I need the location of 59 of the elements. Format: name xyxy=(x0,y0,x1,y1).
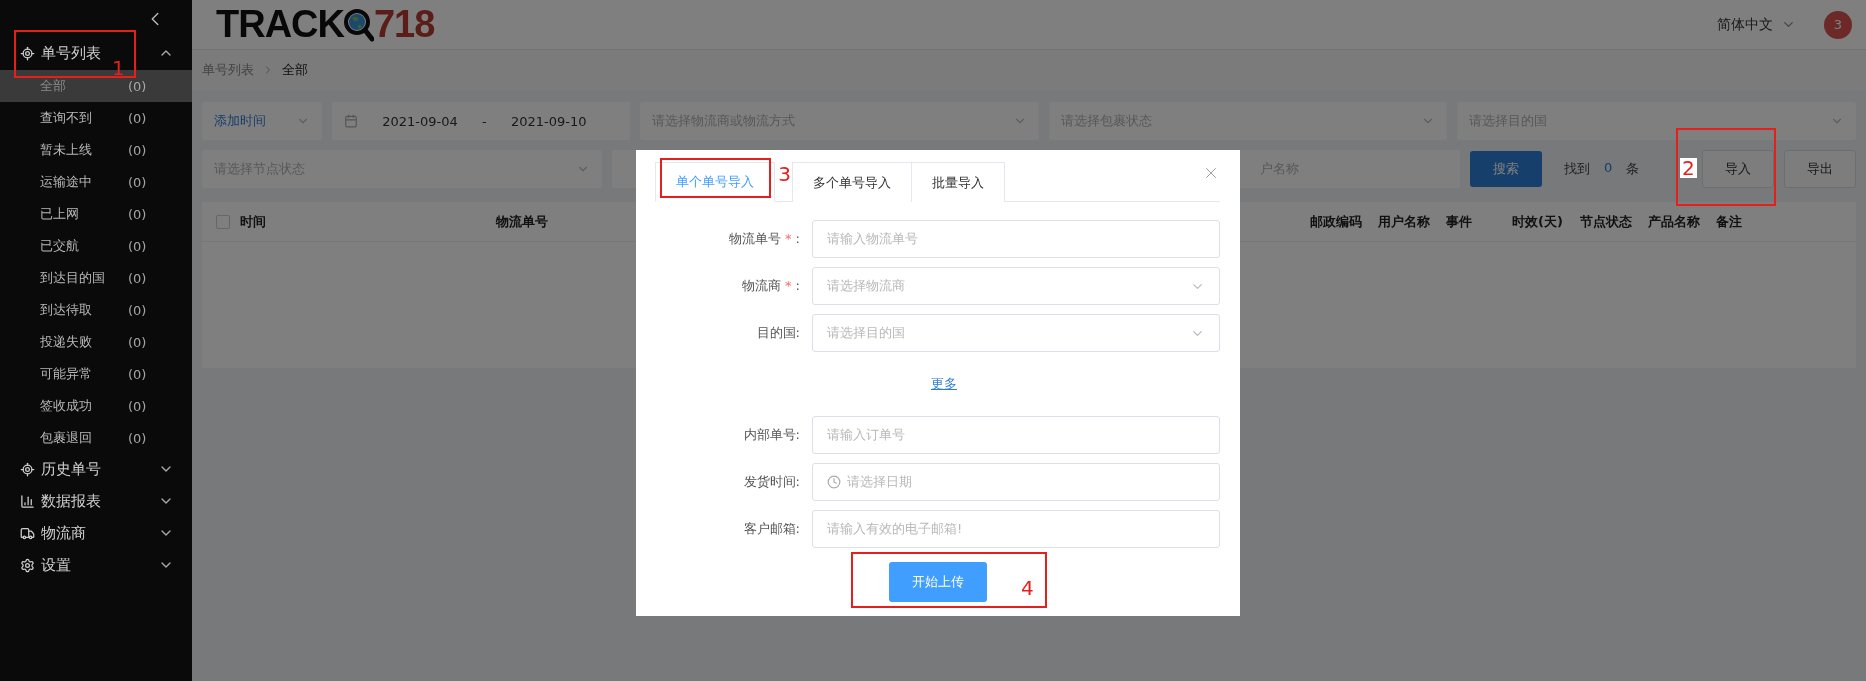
column-header: 物流单号 xyxy=(496,212,549,231)
time-type-select[interactable]: 添加时间 xyxy=(202,102,322,140)
sidebar-item[interactable]: 签收成功 (0) xyxy=(0,390,192,422)
target-icon xyxy=(20,461,35,477)
search-button[interactable]: 搜索 xyxy=(1470,151,1542,187)
sidebar-item[interactable]: 投递失败 (0) xyxy=(0,326,192,358)
sidebar-item[interactable]: 查询不到 (0) xyxy=(0,102,192,134)
import-button[interactable]: 导入 xyxy=(1702,150,1774,188)
select-all-checkbox[interactable] xyxy=(216,214,230,229)
column-header: 用户名称 xyxy=(1378,212,1431,231)
annotation-number: 2 xyxy=(1680,158,1697,178)
annotation-number: 4 xyxy=(1021,578,1034,598)
field-label: 目的国: xyxy=(755,324,801,342)
language-selector[interactable]: 简体中文 xyxy=(1717,15,1773,34)
logo: TRACK 718 xyxy=(216,3,435,46)
calendar-icon xyxy=(344,114,358,128)
field-label: 客户邮箱: xyxy=(742,520,801,538)
sidebar-item[interactable]: 运输途中 (0) xyxy=(0,166,192,198)
field-label: 物流单号 * : xyxy=(727,230,801,248)
field-label: 发货时间: xyxy=(742,473,801,491)
bar-chart-icon xyxy=(20,493,35,509)
sidebar-item[interactable]: 到达目的国 (0) xyxy=(0,262,192,294)
globe-magnifier-icon xyxy=(344,7,374,42)
truck-icon xyxy=(20,525,35,541)
sidebar-item[interactable]: 可能异常 (0) xyxy=(0,358,192,390)
breadcrumb-item[interactable]: 全部 xyxy=(282,61,308,79)
field-label: 内部单号: xyxy=(742,426,801,444)
sidebar-group[interactable]: 设置 xyxy=(0,550,192,580)
export-button[interactable]: 导出 xyxy=(1784,150,1856,188)
column-header: 备注 xyxy=(1716,212,1743,231)
dialog-tab[interactable]: 多个单号导入 xyxy=(792,162,912,202)
settings-icon xyxy=(20,557,35,573)
sidebar-item[interactable]: 暂未上线 (0) xyxy=(0,134,192,166)
more-link[interactable]: 更多 xyxy=(931,375,957,393)
dialog-tab[interactable]: 单个单号导入 xyxy=(655,162,775,202)
result-count: 0 xyxy=(1604,160,1613,177)
sidebar-item[interactable]: 包裹退回 (0) xyxy=(0,422,192,454)
result-unit: 条 xyxy=(1626,160,1640,178)
date-range-field[interactable]: 2021-09-04 - 2021-09-10 xyxy=(332,102,630,140)
dialog-tab[interactable]: 批量导入 xyxy=(911,162,1005,202)
sidebar-group[interactable]: 历史单号 xyxy=(0,454,192,484)
sidebar-item[interactable]: 已交航 (0) xyxy=(0,230,192,262)
upload-button[interactable]: 开始上传 xyxy=(889,562,987,602)
sidebar-group[interactable]: 物流商 xyxy=(0,518,192,548)
sidebar-item[interactable]: 到达待取 (0) xyxy=(0,294,192,326)
column-header: 产品名称 xyxy=(1648,212,1701,231)
target-icon xyxy=(20,45,35,61)
column-header: 时效(天) xyxy=(1512,212,1564,231)
sidebar-group[interactable]: 数据报表 xyxy=(0,486,192,516)
clock-icon xyxy=(827,475,841,489)
sidebar-item[interactable]: 已上网 (0) xyxy=(0,198,192,230)
user-avatar[interactable]: 3 xyxy=(1824,10,1852,39)
column-header: 节点状态 xyxy=(1580,212,1633,231)
result-label: 找到 xyxy=(1564,160,1590,178)
column-header: 事件 xyxy=(1446,212,1473,231)
field-label: 物流商 * : xyxy=(740,277,801,295)
annotation-number: 3 xyxy=(778,164,791,184)
column-header: 邮政编码 xyxy=(1310,212,1363,231)
column-header: 时间 xyxy=(240,212,267,231)
